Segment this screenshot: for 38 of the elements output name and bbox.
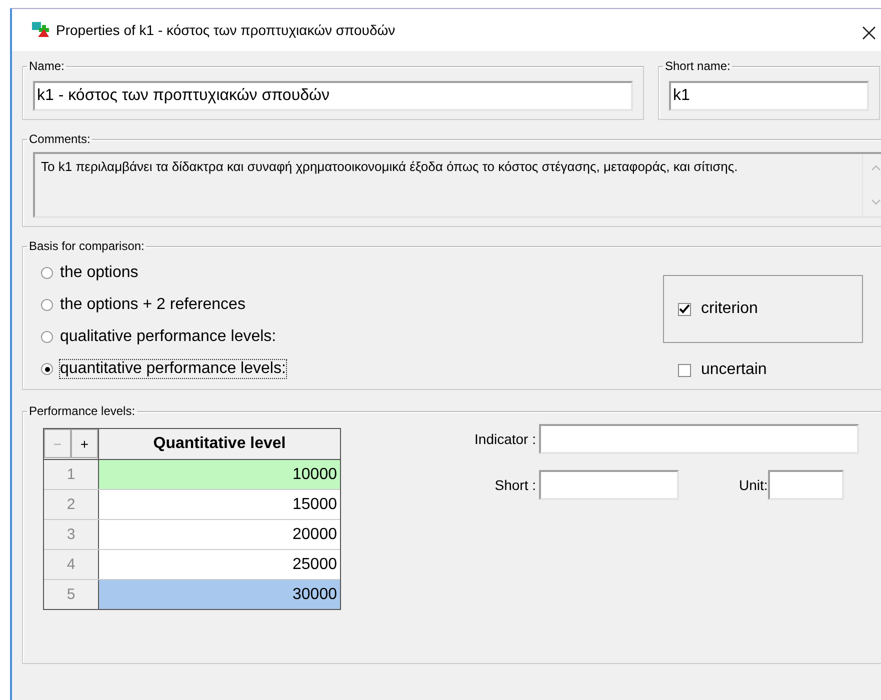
group-label: Comments: [28, 132, 92, 146]
field-label: Unit: [739, 477, 768, 493]
table-cell[interactable]: 10000 [99, 460, 340, 489]
table-cell[interactable]: 25000 [99, 550, 340, 579]
table-cell[interactable]: 30000 [99, 580, 340, 609]
checkbox[interactable] [678, 364, 691, 376]
scroll-down-icon[interactable] [871, 199, 881, 206]
scroll-up-icon[interactable] [871, 164, 881, 171]
radio-label[interactable]: qualitative performance levels: [59, 327, 278, 347]
checkbox[interactable] [678, 302, 691, 316]
radio-button[interactable] [41, 363, 53, 375]
comments-field[interactable]: Το k1 περιλαμβάνει τα δίδακτρα και συναφή χρηματοοικονομικά έξοδα όπως το κόστος στέγασης, μεταφοράς, και σίτισης. [33, 152, 881, 218]
group-label: Short name: [664, 59, 732, 73]
column-header: Quantitative level [98, 429, 340, 459]
table-cell[interactable]: 20000 [99, 520, 340, 549]
checkbox-label[interactable]: uncertain [701, 361, 767, 379]
radio-button[interactable] [41, 267, 53, 279]
group-label: Basis for comparison: [28, 239, 146, 253]
indicator-field[interactable] [539, 424, 859, 454]
group-label: Name: [28, 59, 66, 73]
radio-button[interactable] [41, 331, 53, 343]
short-field[interactable] [539, 470, 679, 500]
field-label: Indicator : [474, 431, 537, 447]
field-label: Short : [494, 477, 537, 493]
unit-field[interactable] [768, 470, 844, 500]
add-button[interactable]: + [71, 429, 98, 458]
table-cell[interactable]: 15000 [99, 490, 340, 519]
radio-label[interactable]: quantitative performance levels: [59, 359, 287, 379]
short-name-field[interactable]: k1 [669, 81, 869, 111]
name-field[interactable]: k1 - κόστος των προπτυχιακών σπουδών [33, 81, 633, 111]
app-icon [32, 22, 50, 38]
close-icon[interactable] [862, 26, 876, 40]
radio-label[interactable]: the options + 2 references [59, 295, 246, 315]
group-label: Performance levels: [28, 404, 136, 418]
radio-button[interactable] [41, 299, 53, 311]
radio-label[interactable]: the options [59, 263, 140, 283]
checkbox-label[interactable]: criterion [701, 300, 758, 318]
window-title: Properties of k1 - κόστος των προπτυχιακών σπουδών [56, 22, 396, 38]
